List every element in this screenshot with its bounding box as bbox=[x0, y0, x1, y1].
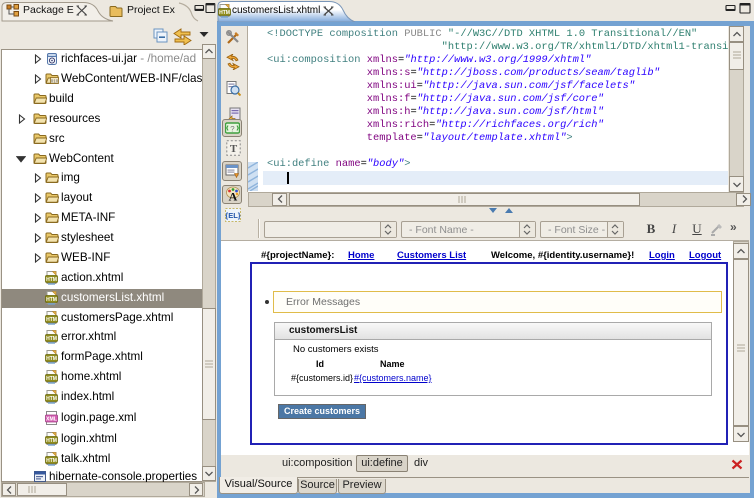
svg-text:HTM: HTM bbox=[46, 277, 57, 283]
svg-text:?: ? bbox=[230, 126, 235, 135]
svg-text:HTM: HTM bbox=[46, 376, 57, 382]
svg-text:HTM: HTM bbox=[46, 297, 57, 303]
svg-text:HTM: HTM bbox=[219, 10, 230, 16]
svg-text:HTM: HTM bbox=[46, 317, 57, 323]
svg-text:{EL}: {EL} bbox=[225, 211, 241, 220]
svg-text:010: 010 bbox=[51, 78, 59, 83]
svg-text:HTM: HTM bbox=[46, 396, 57, 402]
svg-text:A: A bbox=[229, 190, 238, 204]
svg-text:HTM: HTM bbox=[46, 458, 57, 464]
svg-text:HTM: HTM bbox=[46, 336, 57, 342]
svg-text:HTM: HTM bbox=[46, 438, 57, 444]
svg-text:XML: XML bbox=[46, 417, 58, 423]
svg-text:T: T bbox=[230, 143, 238, 155]
svg-text:HTM: HTM bbox=[46, 356, 57, 362]
